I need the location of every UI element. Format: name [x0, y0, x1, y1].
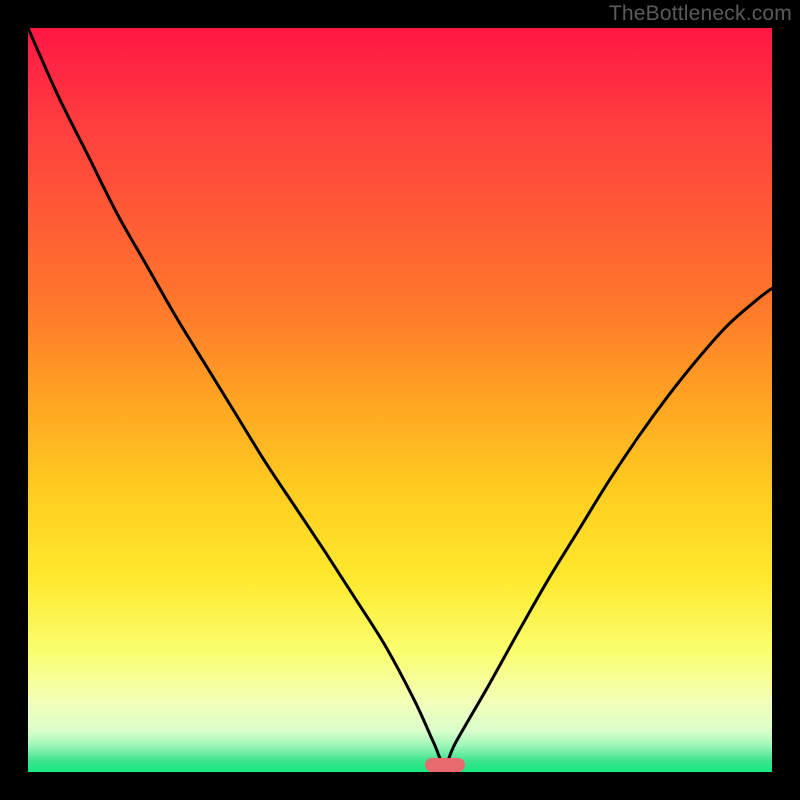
- plot-area: [28, 28, 772, 772]
- watermark-label: TheBottleneck.com: [609, 2, 792, 26]
- optimal-marker: [425, 758, 465, 772]
- bottleneck-curve: [28, 28, 772, 772]
- chart-frame: TheBottleneck.com: [0, 0, 800, 800]
